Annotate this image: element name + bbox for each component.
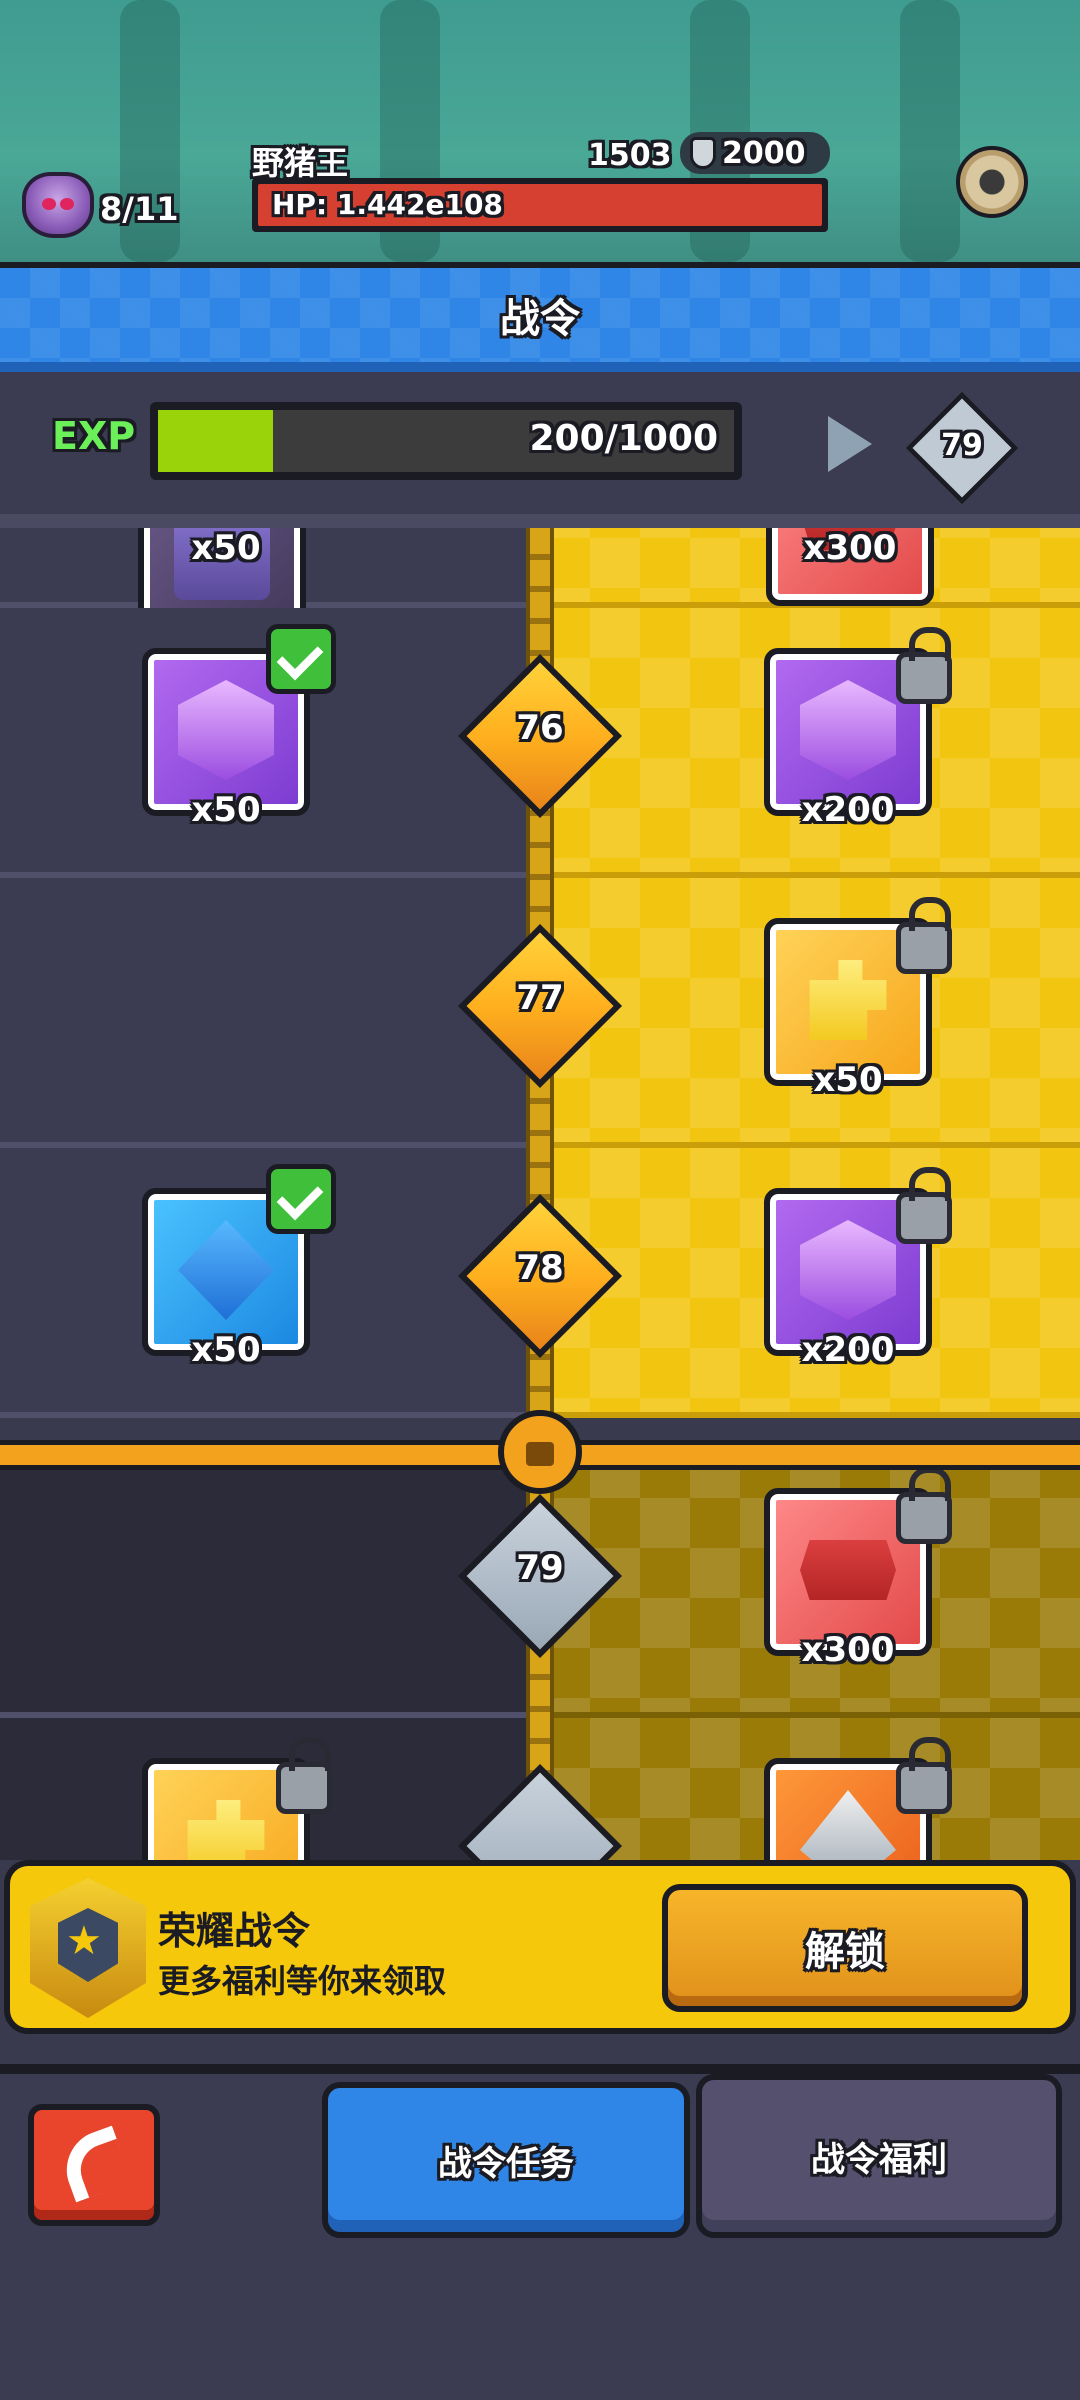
premium-subtitle: 更多福利等你来领取 — [158, 1962, 447, 2000]
current-level-number: 79 — [941, 428, 983, 463]
lock-icon — [896, 897, 952, 974]
premium-reward-slot — [540, 1718, 1080, 1860]
mixed-reward-icon — [800, 1790, 896, 1860]
purple-gem-icon — [800, 1220, 896, 1320]
back-button[interactable] — [28, 2104, 160, 2226]
premium-reward-slot: x300 — [540, 528, 1080, 608]
purple-gem-icon — [800, 680, 896, 780]
background-tree — [900, 0, 960, 262]
boss-hp-fill: HP: 1.442e108 — [258, 184, 822, 226]
reward-track[interactable]: x50 x300 x50 x200 x50 x50 x200 x300 76 7… — [0, 528, 1080, 1860]
shield-icon — [690, 137, 716, 169]
premium-reward-qty: x300 — [801, 1630, 895, 1670]
claimed-check-icon — [266, 624, 336, 694]
level-number: 78 — [516, 1248, 564, 1288]
free-reward-slot — [0, 1718, 540, 1860]
lock-icon — [498, 1410, 582, 1494]
free-reward-slot: x50 — [0, 1148, 540, 1418]
boss-hp-text: HP: 1.442e108 — [272, 188, 503, 221]
panel-title: 战令 — [500, 296, 580, 342]
unlock-button[interactable]: 解锁 — [662, 1884, 1028, 2012]
free-reward-qty: x50 — [191, 528, 261, 568]
lock-icon — [896, 1737, 952, 1814]
exp-progress-bar: 200/1000 — [150, 402, 742, 480]
free-reward-qty: x50 — [191, 1330, 261, 1370]
premium-reward-slot: x200 — [540, 1148, 1080, 1418]
free-reward-slot — [0, 878, 540, 1148]
premium-reward-slot: x50 — [540, 878, 1080, 1148]
tab-rewards[interactable]: 战令福利 — [696, 2074, 1062, 2238]
exp-track: 200/1000 — [158, 410, 734, 472]
premium-reward-qty: x200 — [801, 1330, 895, 1370]
exp-label: EXP — [52, 414, 136, 458]
exp-value: 200/1000 — [529, 418, 719, 459]
premium-title: 荣耀战令 — [158, 1909, 311, 1953]
premium-reward-slot: x200 — [540, 608, 1080, 878]
puzzle-piece-icon — [187, 1800, 265, 1860]
free-reward-slot — [0, 1448, 540, 1718]
puzzle-piece-icon — [809, 960, 887, 1040]
bottom-navigation: 战令任务 战令福利 — [0, 2064, 1080, 2400]
level-number: 77 — [516, 978, 564, 1018]
exp-section: EXP 200/1000 79 — [0, 372, 1080, 528]
boss-attack: 1503 — [588, 138, 672, 173]
lock-icon — [896, 1467, 952, 1544]
premium-reward-qty: x300 — [803, 528, 897, 568]
premium-pass-banner: ★ 荣耀战令 更多福利等你来领取 解锁 — [4, 1860, 1076, 2034]
next-arrow-icon — [828, 416, 872, 472]
exp-fill — [158, 410, 274, 472]
lock-icon — [896, 627, 952, 704]
lock-icon — [276, 1737, 332, 1814]
red-ticket-icon — [800, 1540, 896, 1600]
free-reward-slot: x50 — [0, 528, 540, 636]
back-arrow-icon — [55, 2125, 133, 2203]
claimed-check-icon — [266, 1164, 336, 1234]
premium-reward-qty: x50 — [813, 1060, 883, 1100]
premium-reward-slot: x300 — [540, 1448, 1080, 1718]
free-reward-qty: x50 — [191, 790, 261, 830]
blue-gem-icon — [178, 1220, 274, 1320]
tab-missions-label: 战令任务 — [438, 2143, 574, 2184]
lock-icon — [896, 1167, 952, 1244]
level-number: 76 — [516, 708, 564, 748]
game-hud: 8/11 野猪王 1503 2000 HP: 1.442e108 — [0, 0, 1080, 262]
wave-count: 8/11 — [100, 190, 179, 228]
boss-defense: 2000 — [680, 132, 830, 174]
tab-rewards-label: 战令福利 — [811, 2139, 947, 2180]
boss-hp-bar: HP: 1.442e108 — [252, 178, 828, 232]
free-reward-slot: x50 — [0, 608, 540, 878]
unlock-button-label: 解锁 — [805, 1929, 885, 1975]
panel-header: 战令 — [0, 262, 1080, 372]
settings-gear-icon[interactable] — [956, 146, 1028, 218]
purple-gem-icon — [178, 680, 274, 780]
boss-defense-value: 2000 — [722, 135, 806, 171]
tab-missions[interactable]: 战令任务 — [322, 2082, 690, 2238]
level-number: 79 — [516, 1548, 564, 1588]
premium-reward-qty: x200 — [801, 790, 895, 830]
star-icon: ★ — [66, 1918, 102, 1964]
boss-skull-icon — [22, 172, 94, 238]
